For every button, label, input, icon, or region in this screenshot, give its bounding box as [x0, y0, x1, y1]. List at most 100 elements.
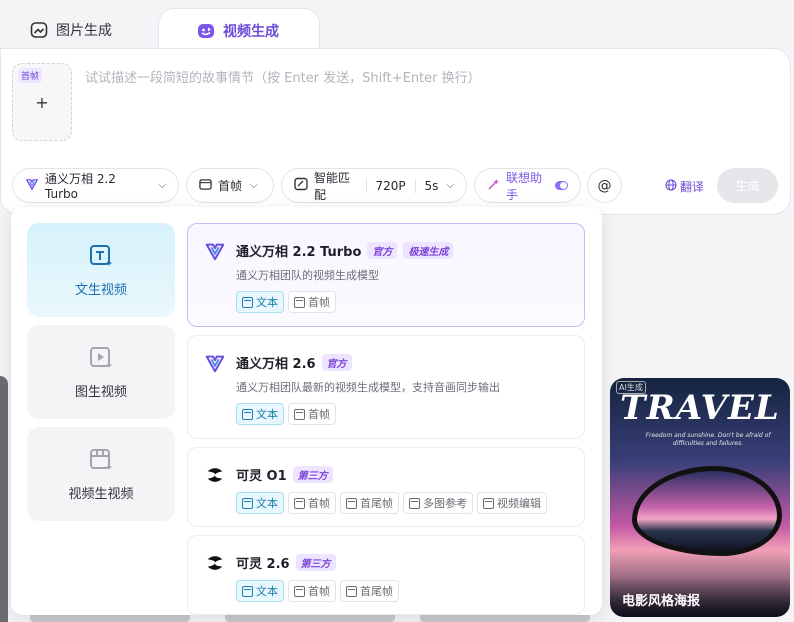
frame-mode-label: 首帧 [218, 179, 243, 193]
model-name-text: 通义万相 2.2 Turbo [236, 245, 362, 260]
video-gen-icon [197, 22, 215, 40]
model-name-text: 可灵 O1 [236, 469, 287, 484]
capability-label: 多图参考 [423, 497, 467, 510]
model-list: 通义万相 2.2 Turbo 官方 极速生成 通义万相团队的视频生成模型 文本 首帧… [187, 223, 585, 615]
capability-list: 文本 首帧 首尾帧 多图参考 视频编辑 [236, 492, 547, 514]
model-name: 可灵 2.6 第三方 [236, 553, 336, 572]
category-label: 图生视频 [74, 384, 127, 400]
capability-text: 文本 [236, 403, 284, 425]
generate-button[interactable]: 生成 [717, 168, 778, 203]
multi-image-icon [409, 497, 420, 509]
model-description: 通义万相团队的视频生成模型 [236, 269, 379, 282]
capability-text: 文本 [236, 580, 284, 602]
text-icon [242, 408, 253, 420]
frame-icon [294, 497, 305, 509]
video-edit-icon [483, 497, 494, 509]
category-video-to-video[interactable]: 视频生视频 [27, 427, 175, 521]
gallery-card-partial[interactable] [0, 376, 8, 622]
globe-icon [665, 179, 677, 194]
poster-mirror-image [632, 466, 782, 556]
model-name-text: 可灵 2.6 [236, 557, 290, 572]
first-last-frame-icon [346, 497, 357, 509]
poster-tagline: Freedom and sunshine. Don't be afraid of… [645, 432, 771, 447]
capability-first-last-frame: 首尾帧 [340, 580, 399, 602]
wanxiang-logo-icon [204, 240, 226, 262]
divider [414, 178, 416, 193]
model-selector[interactable]: 通义万相 2.2 Turbo ⌵ [12, 168, 179, 203]
text-icon [242, 296, 253, 308]
model-dropdown: 文生视频 图生视频 视频生视频 通义万相 2.2 Turbo 官方 极速生成 通义万… [11, 207, 602, 615]
frame-icon [294, 408, 305, 420]
assistant-switch[interactable] [554, 181, 568, 190]
model-card-wanxiang-2-2-turbo[interactable]: 通义万相 2.2 Turbo 官方 极速生成 通义万相团队的视频生成模型 文本 首帧 [187, 223, 585, 327]
chevron-down-icon: ⌵ [250, 180, 258, 191]
prompt-input[interactable] [85, 66, 775, 90]
aspect-ratio-icon [294, 177, 308, 194]
first-frame-badge: 首帧 [18, 68, 43, 83]
model-card-kling-o1[interactable]: 可灵 O1 第三方 文本 首帧 首尾帧 多图参考 视频编辑 [187, 447, 585, 527]
text-to-video-icon [90, 244, 112, 266]
magic-wand-icon [487, 178, 500, 194]
model-description: 通义万相团队最新的视频生成模型，支持音画同步输出 [236, 381, 500, 394]
model-card-kling-2-6[interactable]: 可灵 2.6 第三方 文本 首帧 首尾帧 [187, 535, 585, 615]
frame-icon [294, 585, 305, 597]
capability-label: 首帧 [308, 497, 330, 510]
capability-label: 文本 [256, 408, 278, 421]
resolution-label: 720P [375, 178, 406, 193]
model-name: 通义万相 2.2 Turbo 官方 极速生成 [236, 241, 454, 260]
gallery-card-label: 电影风格海报 [610, 577, 790, 617]
assistant-label: 联想助手 [506, 170, 543, 202]
gallery-card-movie-poster[interactable]: AI生成 TRAVEL Freedom and sunshine. Don't … [610, 378, 790, 617]
capability-list: 文本 首帧 [236, 291, 336, 313]
category-image-to-video[interactable]: 图生视频 [27, 325, 175, 419]
capability-label: 文本 [256, 585, 278, 598]
kling-logo-icon [204, 464, 226, 486]
assistant-toggle[interactable]: 联想助手 [474, 168, 581, 203]
capability-list: 文本 首帧 [236, 403, 336, 425]
mention-button[interactable]: @ [587, 168, 622, 203]
official-badge: 官方 [367, 242, 398, 259]
capability-label: 首帧 [308, 296, 330, 309]
smart-match-label: 智能匹配 [314, 170, 351, 202]
capability-first-frame: 首帧 [288, 403, 336, 425]
first-frame-upload[interactable]: 首帧 + [12, 63, 72, 141]
wanxiang-logo-icon [25, 177, 39, 194]
translate-label: 翻译 [680, 180, 705, 194]
official-badge: 官方 [321, 354, 352, 371]
translate-button[interactable]: 翻译 [665, 178, 704, 195]
capability-label: 首帧 [308, 585, 330, 598]
capability-first-frame: 首帧 [288, 492, 336, 514]
tab-label: 视频生成 [223, 23, 279, 40]
capability-first-frame: 首帧 [288, 580, 336, 602]
third-party-badge: 第三方 [295, 554, 336, 571]
frame-icon [199, 178, 212, 194]
capability-list: 文本 首帧 首尾帧 [236, 580, 399, 602]
poster-title: TRAVEL [620, 388, 780, 428]
prompt-composer: 首帧 + 通义万相 2.2 Turbo ⌵ 首帧 ⌵ 智能匹配 720P 5s … [0, 48, 791, 215]
frame-mode-selector[interactable]: 首帧 ⌵ [186, 168, 274, 203]
third-party-badge: 第三方 [292, 466, 333, 483]
wanxiang-logo-icon [204, 352, 226, 374]
capability-label: 文本 [256, 296, 278, 309]
plus-icon: + [35, 92, 49, 112]
tab-video-generation[interactable]: 视频生成 [158, 8, 320, 52]
image-gen-icon [30, 21, 48, 39]
text-icon [242, 585, 253, 597]
chevron-down-icon: ⌵ [446, 180, 454, 191]
model-name-text: 通义万相 2.6 [236, 357, 316, 372]
category-label: 文生视频 [74, 282, 127, 298]
model-card-wanxiang-2-6[interactable]: 通义万相 2.6 官方 通义万相团队最新的视频生成模型，支持音画同步输出 文本 首… [187, 335, 585, 439]
tab-label: 图片生成 [56, 23, 112, 39]
duration-label: 5s [424, 178, 439, 193]
capability-label: 文本 [256, 497, 278, 510]
video-settings-selector[interactable]: 智能匹配 720P 5s ⌵ [281, 168, 467, 203]
tab-image-generation[interactable]: 图片生成 [0, 8, 160, 52]
capability-text: 文本 [236, 291, 284, 313]
capability-text: 文本 [236, 492, 284, 514]
fast-generation-badge: 极速生成 [403, 242, 454, 259]
image-to-video-icon [90, 346, 112, 368]
category-text-to-video[interactable]: 文生视频 [27, 223, 175, 317]
video-to-video-icon [90, 448, 112, 470]
capability-label: 首尾帧 [360, 497, 393, 510]
capability-video-edit: 视频编辑 [477, 492, 547, 514]
